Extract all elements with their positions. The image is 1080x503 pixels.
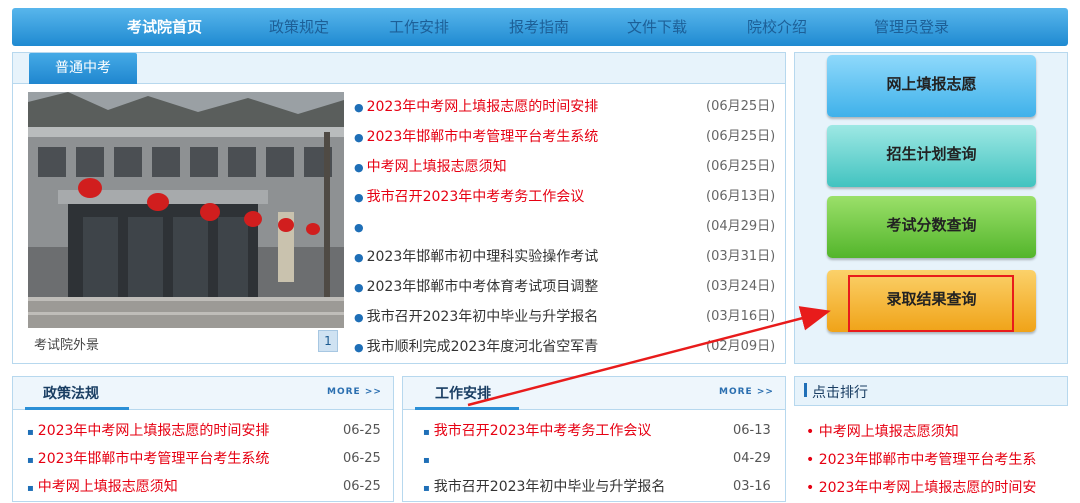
annotation-arrow	[467, 306, 831, 407]
